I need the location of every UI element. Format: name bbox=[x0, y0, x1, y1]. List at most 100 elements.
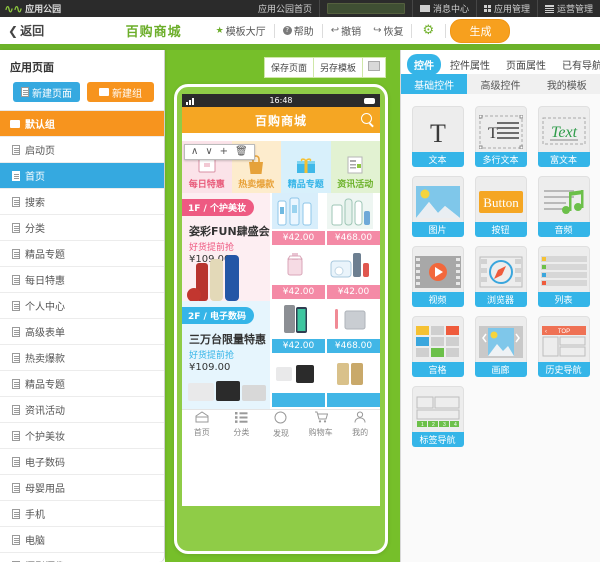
phone-status-bar: 16:48 bbox=[182, 94, 380, 107]
widget-list-widget[interactable]: 列表 bbox=[535, 246, 592, 307]
widget-history-nav-widget[interactable]: TOP ‹ 历史导航 bbox=[535, 316, 592, 377]
topbar-link-app-manage[interactable]: 应用管理 bbox=[475, 0, 537, 17]
tabbar-item-label: 首页 bbox=[193, 428, 210, 437]
topbar-link-ops-manage[interactable]: 运营管理 bbox=[536, 0, 600, 17]
product-cell[interactable]: ¥42.00 bbox=[270, 301, 325, 355]
widget-label: 宫格 bbox=[411, 362, 464, 377]
generate-button[interactable]: 生成 bbox=[450, 18, 511, 43]
svg-text:2: 2 bbox=[432, 422, 435, 428]
category-tile[interactable]: 精品专题 bbox=[281, 141, 331, 193]
help-button[interactable]: ? 帮助 bbox=[275, 23, 323, 38]
undo-label: 撤销 bbox=[341, 27, 362, 38]
tabbar-item[interactable]: 首页 bbox=[182, 410, 222, 439]
tabbar-item[interactable]: 发现 bbox=[261, 410, 301, 439]
category-icon bbox=[294, 151, 318, 177]
phone-screen: 16:48 百购商城 每日特惠 热卖爆款 精品专题 资讯活动 ∧ ∨ + 🗑 1F / 个护… bbox=[182, 94, 380, 506]
product-cell[interactable] bbox=[270, 355, 325, 409]
page-list-item[interactable]: 搜索 bbox=[0, 189, 164, 215]
page-list-item[interactable]: 精品专题 bbox=[0, 241, 164, 267]
template-hall-button[interactable]: ★ 模板大厅 bbox=[208, 23, 275, 38]
new-page-button[interactable]: 新建页面 bbox=[13, 82, 80, 102]
widget-audio-widget[interactable]: 音频 bbox=[535, 176, 592, 237]
page-list-item[interactable]: 精品专题 bbox=[0, 371, 164, 397]
product-cell[interactable]: ¥468.00 bbox=[325, 301, 380, 355]
page-list-item-label: 默认组 bbox=[25, 120, 55, 131]
topbar-link-messages[interactable]: 消息中心 bbox=[411, 0, 476, 17]
widget-multiline-text-widget[interactable]: T 多行文本 bbox=[472, 106, 529, 167]
product-cell[interactable] bbox=[325, 355, 380, 409]
undo-button[interactable]: ↩ 撤销 bbox=[323, 24, 365, 38]
undo-arrow-icon: ↩ bbox=[330, 25, 340, 36]
page-list-item[interactable]: 首页 bbox=[0, 163, 164, 189]
back-button[interactable]: ❮ 返回 bbox=[0, 22, 44, 39]
save-as-template-button[interactable]: 另存模板 bbox=[312, 57, 362, 78]
widget-image-widget[interactable]: 图片 bbox=[409, 176, 466, 237]
preview-button[interactable] bbox=[362, 57, 386, 78]
tabbar-item-label: 我的 bbox=[352, 428, 369, 437]
widget-label: 视频 bbox=[411, 292, 464, 307]
panel-subtab[interactable]: 基础控件 bbox=[401, 74, 468, 94]
product-cell[interactable]: ¥42.00 bbox=[270, 193, 325, 247]
panel-subtab[interactable]: 高级控件 bbox=[467, 74, 533, 94]
widget-button-widget[interactable]: Button 按钮 bbox=[472, 176, 529, 237]
home-icon bbox=[195, 411, 209, 425]
widget-video-widget[interactable]: 视频 bbox=[409, 246, 466, 307]
panel-tab[interactable]: 已有导航 bbox=[555, 54, 600, 75]
document-icon bbox=[12, 508, 20, 519]
floor-section: 1F / 个护美妆 姿彩FUN肆盛会 好货提前抢 ¥109.00 ¥42.00 ¥468.… bbox=[182, 193, 380, 302]
page-list-item[interactable]: 摄影摄像 bbox=[0, 553, 164, 562]
chevron-up-icon[interactable]: ∧ bbox=[191, 147, 198, 157]
page-list-item[interactable]: 电子数码 bbox=[0, 449, 164, 475]
widget-grid-widget[interactable]: 宫格 bbox=[409, 316, 466, 377]
tabbar-item[interactable]: 购物车 bbox=[301, 410, 341, 439]
tabbar-item[interactable]: 我的 bbox=[340, 410, 380, 439]
site-logo[interactable]: ∿∿ 应用公园 bbox=[0, 2, 61, 16]
new-group-button[interactable]: 新建组 bbox=[87, 82, 154, 102]
page-list-item[interactable]: 启动页 bbox=[0, 137, 164, 163]
product-cell[interactable]: ¥42.00 bbox=[270, 247, 325, 301]
page-list-item[interactable]: 手机 bbox=[0, 501, 164, 527]
search-input[interactable] bbox=[326, 3, 405, 14]
panel-tab[interactable]: 页面属性 bbox=[499, 54, 553, 75]
svg-text:Text: Text bbox=[550, 124, 577, 141]
tabbar-item[interactable]: 分类 bbox=[222, 410, 262, 439]
product-cell[interactable]: ¥42.00 bbox=[325, 247, 380, 301]
panel-tab[interactable]: 控件 bbox=[407, 54, 441, 75]
category-tile[interactable]: 资讯活动 bbox=[330, 141, 380, 193]
page-list-item[interactable]: 个护美妆 bbox=[0, 423, 164, 449]
app-header-title: 百购商城 bbox=[254, 113, 307, 128]
widget-rich-text-widget[interactable]: Text 富文本 bbox=[535, 106, 592, 167]
design-canvas: 保存页面 另存模板 16:48 百购商城 每日特惠 热卖爆款 精品专题 资讯活动… bbox=[165, 50, 400, 562]
plus-icon[interactable]: + bbox=[220, 147, 228, 157]
product-cell[interactable]: ¥468.00 bbox=[325, 193, 380, 247]
widget-browser-widget[interactable]: 浏览器 bbox=[472, 246, 529, 307]
redo-button[interactable]: ↪ 恢复 bbox=[365, 23, 413, 38]
topbar-search-container[interactable] bbox=[318, 0, 412, 17]
search-icon[interactable] bbox=[361, 113, 372, 124]
page-list-item[interactable]: 高级表单 bbox=[0, 319, 164, 345]
widget-label: 画廊 bbox=[474, 362, 527, 377]
page-list-item[interactable]: 分类 bbox=[0, 215, 164, 241]
page-list-item[interactable]: 每日特惠 bbox=[0, 267, 164, 293]
widget-tab-nav-widget[interactable]: 1 2 3 4 标签导航 bbox=[409, 386, 466, 447]
chevron-down-icon[interactable]: ∨ bbox=[205, 147, 212, 157]
document-icon bbox=[12, 404, 20, 415]
floor-tag: 1F / 个护美妆 bbox=[182, 199, 254, 216]
page-list-item[interactable]: 热卖爆款 bbox=[0, 345, 164, 371]
widget-gallery-widget[interactable]: 画廊 bbox=[472, 316, 529, 377]
page-list-item[interactable]: 母婴用品 bbox=[0, 475, 164, 501]
settings-button[interactable]: ⚙ bbox=[412, 24, 445, 37]
trash-icon[interactable]: 🗑 bbox=[235, 147, 248, 157]
page-list-item[interactable]: 资讯活动 bbox=[0, 397, 164, 423]
save-page-button[interactable]: 保存页面 bbox=[263, 57, 313, 78]
floor-left: 1F / 个护美妆 姿彩FUN肆盛会 好货提前抢 ¥109.00 bbox=[182, 193, 270, 302]
panel-tab[interactable]: 控件属性 bbox=[443, 54, 497, 75]
widget-text-widget[interactable]: T 文本 bbox=[409, 106, 466, 167]
page-list-item[interactable]: 个人中心 bbox=[0, 293, 164, 319]
category-label: 每日特惠 bbox=[188, 180, 225, 190]
topbar-link-home[interactable]: 应用公园首页 bbox=[251, 0, 319, 17]
panel-subtab[interactable]: 我的模板 bbox=[534, 74, 600, 94]
page-list-item[interactable]: 电脑 bbox=[0, 527, 164, 553]
page-list-item[interactable]: 默认组 bbox=[0, 111, 164, 137]
page-title: 百购商城 bbox=[125, 25, 182, 40]
